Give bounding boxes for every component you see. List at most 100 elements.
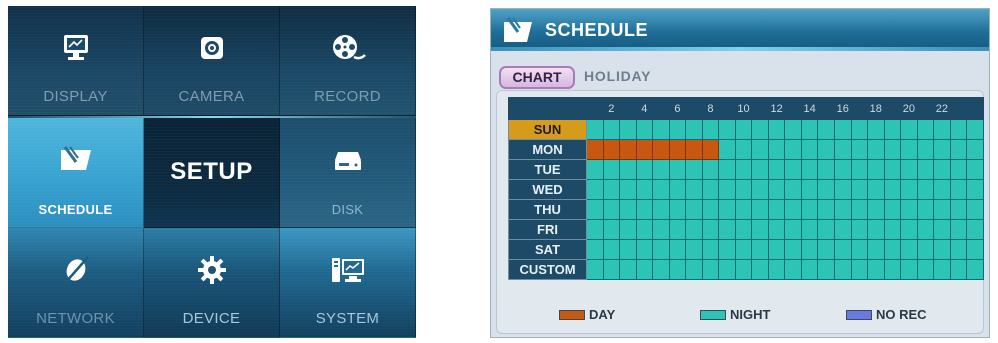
- schedule-cell[interactable]: [784, 219, 802, 240]
- schedule-cell[interactable]: [767, 219, 786, 240]
- schedule-cell[interactable]: [685, 119, 703, 140]
- schedule-cell[interactable]: [933, 139, 951, 160]
- schedule-cell[interactable]: [867, 259, 885, 280]
- schedule-cell[interactable]: [850, 119, 869, 140]
- schedule-cell[interactable]: [635, 259, 654, 280]
- schedule-cell[interactable]: [734, 199, 753, 220]
- menu-tile-system[interactable]: SYSTEM: [280, 228, 416, 338]
- schedule-cell[interactable]: [734, 179, 753, 200]
- schedule-cell[interactable]: [767, 159, 786, 180]
- schedule-cell[interactable]: [883, 159, 902, 180]
- schedule-cell[interactable]: [668, 239, 687, 260]
- tab-holiday[interactable]: HOLIDAY: [584, 66, 651, 89]
- schedule-cell[interactable]: [933, 239, 951, 260]
- schedule-cell[interactable]: [586, 139, 604, 160]
- schedule-cell[interactable]: [949, 179, 968, 200]
- schedule-cell[interactable]: [685, 139, 703, 160]
- schedule-cell[interactable]: [817, 199, 835, 220]
- schedule-cell[interactable]: [652, 159, 670, 180]
- schedule-cell[interactable]: [800, 219, 819, 240]
- schedule-cell[interactable]: [900, 219, 918, 240]
- schedule-cell[interactable]: [701, 259, 720, 280]
- schedule-cell[interactable]: [850, 219, 869, 240]
- schedule-cell[interactable]: [668, 139, 687, 160]
- schedule-cell[interactable]: [916, 199, 935, 220]
- schedule-cell[interactable]: [701, 219, 720, 240]
- schedule-cell[interactable]: [751, 259, 769, 280]
- schedule-cell[interactable]: [800, 119, 819, 140]
- schedule-cell[interactable]: [586, 199, 604, 220]
- schedule-cell[interactable]: [652, 239, 670, 260]
- schedule-cell[interactable]: [767, 139, 786, 160]
- schedule-cell[interactable]: [833, 259, 852, 280]
- schedule-cell[interactable]: [635, 119, 654, 140]
- schedule-cell[interactable]: [685, 219, 703, 240]
- schedule-cell[interactable]: [949, 219, 968, 240]
- schedule-cell[interactable]: [734, 139, 753, 160]
- schedule-cell[interactable]: [784, 259, 802, 280]
- schedule-cell[interactable]: [867, 219, 885, 240]
- menu-tile-device[interactable]: DEVICE: [144, 228, 280, 338]
- schedule-cell[interactable]: [800, 139, 819, 160]
- schedule-cell[interactable]: [850, 199, 869, 220]
- schedule-cell[interactable]: [850, 179, 869, 200]
- schedule-cell[interactable]: [916, 219, 935, 240]
- schedule-cell[interactable]: [933, 219, 951, 240]
- schedule-cell[interactable]: [900, 179, 918, 200]
- schedule-cell[interactable]: [833, 179, 852, 200]
- schedule-cell[interactable]: [751, 119, 769, 140]
- schedule-cell[interactable]: [817, 159, 835, 180]
- schedule-cell[interactable]: [900, 139, 918, 160]
- schedule-cell[interactable]: [635, 159, 654, 180]
- schedule-cell[interactable]: [619, 159, 637, 180]
- schedule-cell[interactable]: [883, 199, 902, 220]
- schedule-cell[interactable]: [966, 199, 984, 220]
- schedule-cell[interactable]: [883, 119, 902, 140]
- schedule-cell[interactable]: [718, 259, 736, 280]
- schedule-cell[interactable]: [949, 259, 968, 280]
- schedule-cell[interactable]: [900, 159, 918, 180]
- schedule-cell[interactable]: [933, 159, 951, 180]
- schedule-cell[interactable]: [652, 139, 670, 160]
- schedule-cell[interactable]: [751, 139, 769, 160]
- schedule-cell[interactable]: [668, 259, 687, 280]
- schedule-cell[interactable]: [817, 239, 835, 260]
- day-label[interactable]: SUN: [508, 119, 587, 140]
- schedule-cell[interactable]: [619, 219, 637, 240]
- day-label[interactable]: FRI: [508, 219, 587, 240]
- schedule-cell[interactable]: [916, 139, 935, 160]
- day-label[interactable]: WED: [508, 179, 587, 200]
- schedule-cell[interactable]: [635, 179, 654, 200]
- schedule-cell[interactable]: [619, 119, 637, 140]
- schedule-cell[interactable]: [833, 159, 852, 180]
- schedule-cell[interactable]: [900, 239, 918, 260]
- schedule-cell[interactable]: [734, 119, 753, 140]
- schedule-cell[interactable]: [767, 259, 786, 280]
- schedule-cell[interactable]: [800, 159, 819, 180]
- schedule-cell[interactable]: [867, 139, 885, 160]
- schedule-cell[interactable]: [602, 179, 621, 200]
- day-label[interactable]: THU: [508, 199, 587, 220]
- schedule-cell[interactable]: [652, 179, 670, 200]
- schedule-cell[interactable]: [718, 179, 736, 200]
- schedule-cell[interactable]: [867, 239, 885, 260]
- schedule-cell[interactable]: [668, 199, 687, 220]
- schedule-cell[interactable]: [701, 239, 720, 260]
- schedule-cell[interactable]: [718, 139, 736, 160]
- schedule-cell[interactable]: [883, 239, 902, 260]
- menu-tile-disk[interactable]: DISK: [280, 118, 416, 228]
- schedule-cell[interactable]: [949, 199, 968, 220]
- menu-tile-record[interactable]: RECORD: [280, 6, 416, 116]
- schedule-cell[interactable]: [718, 239, 736, 260]
- schedule-cell[interactable]: [701, 119, 720, 140]
- schedule-cell[interactable]: [767, 179, 786, 200]
- schedule-cell[interactable]: [602, 199, 621, 220]
- schedule-cell[interactable]: [867, 179, 885, 200]
- schedule-cell[interactable]: [817, 139, 835, 160]
- schedule-cell[interactable]: [586, 219, 604, 240]
- menu-tile-schedule[interactable]: SCHEDULE: [8, 118, 144, 228]
- schedule-cell[interactable]: [718, 159, 736, 180]
- schedule-cell[interactable]: [586, 119, 604, 140]
- schedule-cell[interactable]: [933, 179, 951, 200]
- schedule-cell[interactable]: [867, 119, 885, 140]
